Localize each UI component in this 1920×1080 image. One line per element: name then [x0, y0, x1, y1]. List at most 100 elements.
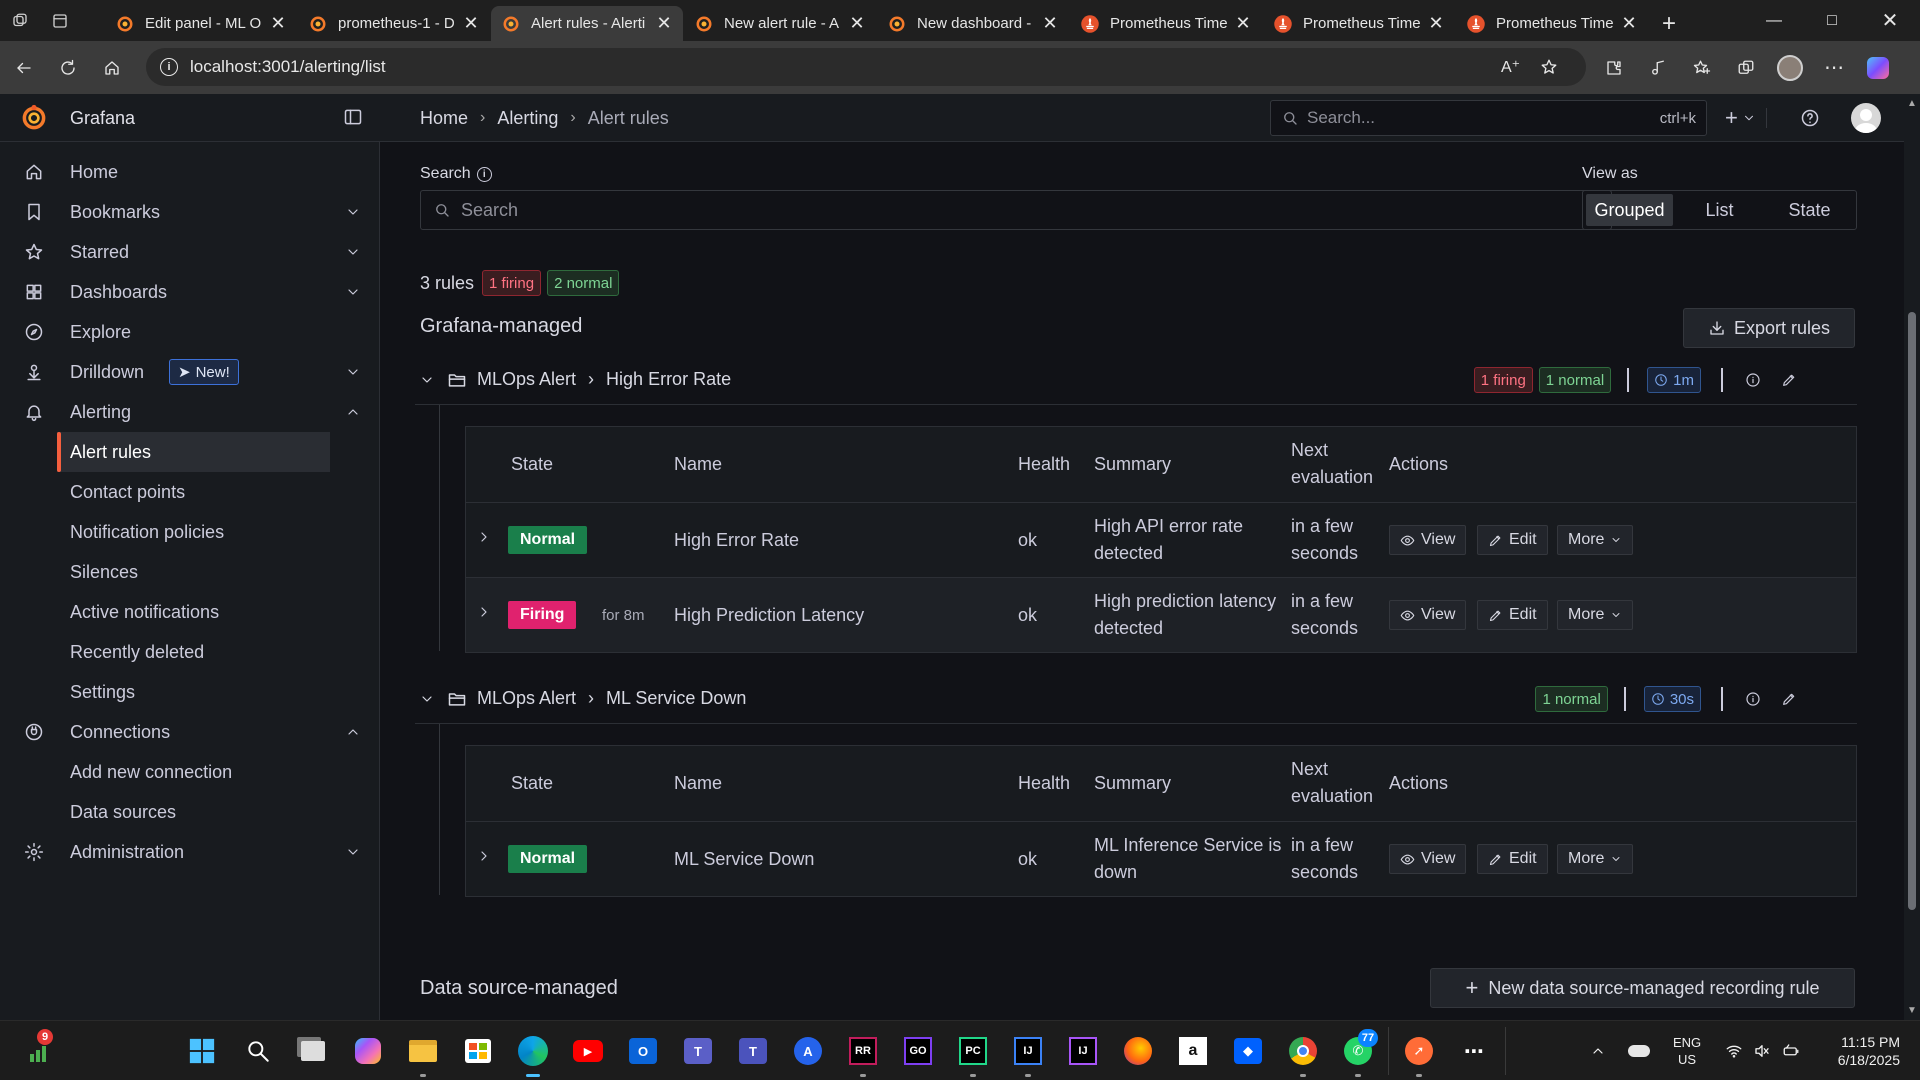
- sidebar-item-connections[interactable]: Connections: [0, 712, 380, 752]
- sidebar-subitem[interactable]: Notification policies: [57, 512, 330, 552]
- amazon-icon[interactable]: a: [1175, 1033, 1211, 1069]
- new-tab-button[interactable]: +: [1649, 6, 1689, 41]
- home-button[interactable]: [92, 48, 132, 88]
- browser-tab[interactable]: Edit panel - ML O ✕: [105, 6, 297, 41]
- close-tab-icon[interactable]: ✕: [1041, 13, 1059, 34]
- copilot-icon[interactable]: [1856, 41, 1900, 94]
- browser-tab[interactable]: Alert rules - Alerti ✕: [491, 6, 683, 41]
- close-window-button[interactable]: ✕: [1861, 0, 1919, 41]
- app-a-icon[interactable]: A: [790, 1033, 826, 1069]
- media-icon[interactable]: [1636, 41, 1680, 94]
- back-button[interactable]: [4, 48, 44, 88]
- view-as-state[interactable]: State: [1766, 194, 1853, 226]
- expand-toggle[interactable]: [345, 404, 361, 420]
- expand-row-button[interactable]: [476, 848, 492, 864]
- profile-avatar[interactable]: [1768, 41, 1812, 94]
- edit-rule-button[interactable]: Edit: [1477, 525, 1548, 555]
- sidebar-subitem[interactable]: Recently deleted: [57, 632, 330, 672]
- breadcrumb-home[interactable]: Home: [420, 108, 468, 129]
- refresh-button[interactable]: [48, 48, 88, 88]
- sidebar-item-administration[interactable]: Administration: [0, 832, 380, 872]
- taskbar-search-icon[interactable]: [240, 1033, 276, 1069]
- scrollbar-thumb[interactable]: [1908, 312, 1916, 910]
- edit-rule-button[interactable]: Edit: [1477, 844, 1548, 874]
- intellij-icon[interactable]: IJ: [1010, 1033, 1046, 1077]
- sidebar-subitem[interactable]: Data sources: [57, 792, 330, 832]
- expand-row-button[interactable]: [476, 604, 492, 620]
- expand-toggle[interactable]: [345, 844, 361, 860]
- youtube-icon[interactable]: ▶: [570, 1033, 606, 1069]
- start-icon[interactable]: [184, 1033, 220, 1069]
- more-actions-button[interactable]: More: [1557, 844, 1634, 874]
- taskbar-overflow-icon[interactable]: ⋯: [1456, 1033, 1492, 1069]
- more-actions-button[interactable]: More: [1557, 600, 1634, 630]
- view-rule-button[interactable]: View: [1389, 600, 1467, 630]
- settings-more-icon[interactable]: ⋯: [1812, 41, 1856, 94]
- browser-tab[interactable]: New dashboard - ✕: [877, 6, 1069, 41]
- close-tab-icon[interactable]: ✕: [462, 13, 480, 34]
- group-edit-button[interactable]: [1781, 372, 1797, 388]
- copilot-app-icon[interactable]: [350, 1033, 386, 1069]
- tab-actions-icon[interactable]: [40, 0, 80, 41]
- teams-classic-icon[interactable]: T: [735, 1033, 771, 1069]
- favorite-star-icon[interactable]: [1540, 58, 1558, 76]
- sidebar-subitem[interactable]: Contact points: [57, 472, 330, 512]
- view-as-grouped[interactable]: Grouped: [1586, 194, 1673, 226]
- show-hidden-icons[interactable]: [1590, 1021, 1606, 1080]
- sidebar-subitem[interactable]: Alert rules: [57, 432, 330, 472]
- browser-tab[interactable]: Prometheus Time ✕: [1456, 6, 1648, 41]
- site-info-icon[interactable]: i: [160, 58, 178, 76]
- goland-icon[interactable]: GO: [900, 1033, 936, 1069]
- edge-browser-icon[interactable]: [515, 1033, 551, 1077]
- store-icon[interactable]: [460, 1033, 496, 1069]
- close-tab-icon[interactable]: ✕: [1620, 13, 1638, 34]
- view-as-list[interactable]: List: [1676, 194, 1763, 226]
- info-icon[interactable]: i: [476, 166, 492, 182]
- view-rule-button[interactable]: View: [1389, 525, 1467, 555]
- scroll-down-icon[interactable]: ▼: [1907, 1005, 1917, 1016]
- grafana-home-link[interactable]: Grafana: [0, 94, 380, 142]
- task-view-icon[interactable]: [295, 1033, 331, 1069]
- group-details-button[interactable]: [1745, 691, 1761, 707]
- expand-row-button[interactable]: [476, 529, 492, 545]
- sidebar-subitem[interactable]: Add new connection: [57, 752, 330, 792]
- close-tab-icon[interactable]: ✕: [848, 13, 866, 34]
- page-scrollbar[interactable]: ▲ ▼: [1904, 94, 1920, 1020]
- breadcrumb-alerting[interactable]: Alerting: [497, 108, 558, 129]
- rule-group-header[interactable]: MLOps Alert › ML Service Down 1 normal 30s: [415, 674, 1857, 724]
- onedrive-icon[interactable]: [1628, 1021, 1650, 1080]
- close-tab-icon[interactable]: ✕: [269, 13, 287, 34]
- file-explorer-icon[interactable]: [405, 1033, 441, 1077]
- sidebar-item-dashboards[interactable]: Dashboards: [0, 272, 380, 312]
- more-actions-button[interactable]: More: [1557, 525, 1634, 555]
- url-field[interactable]: i localhost:3001/alerting/list A⁺: [146, 48, 1586, 86]
- browser-tab[interactable]: New alert rule - A ✕: [684, 6, 876, 41]
- user-avatar[interactable]: [1851, 103, 1881, 133]
- help-icon[interactable]: [1800, 94, 1820, 142]
- edit-rule-button[interactable]: Edit: [1477, 600, 1548, 630]
- postman-icon[interactable]: ➚: [1401, 1033, 1437, 1077]
- chrome-icon[interactable]: [1285, 1033, 1321, 1077]
- language-indicator[interactable]: ENG US: [1673, 1021, 1701, 1080]
- browser-tab[interactable]: Prometheus Time ✕: [1070, 6, 1262, 41]
- group-edit-button[interactable]: [1781, 691, 1797, 707]
- workspaces-icon[interactable]: [0, 0, 40, 41]
- expand-toggle[interactable]: [345, 244, 361, 260]
- close-tab-icon[interactable]: ✕: [655, 13, 673, 34]
- expand-toggle[interactable]: [345, 204, 361, 220]
- clock[interactable]: 11:15 PM 6/18/2025: [1820, 1021, 1900, 1080]
- sidebar-item-alerting[interactable]: Alerting: [0, 392, 380, 432]
- whatsapp-icon[interactable]: ✆ 77: [1340, 1029, 1378, 1077]
- expand-toggle[interactable]: [345, 364, 361, 380]
- sidebar-item-bookmarks[interactable]: Bookmarks: [0, 192, 380, 232]
- widgets-icon[interactable]: 9: [23, 1029, 59, 1069]
- add-new-button[interactable]: +: [1725, 94, 1756, 142]
- view-rule-button[interactable]: View: [1389, 844, 1467, 874]
- sidebar-item-home[interactable]: Home: [0, 152, 380, 192]
- intellij-community-icon[interactable]: IJ: [1065, 1033, 1101, 1069]
- expand-toggle[interactable]: [345, 724, 361, 740]
- sidebar-subitem[interactable]: Silences: [57, 552, 330, 592]
- extensions-icon[interactable]: [1592, 41, 1636, 94]
- minimize-button[interactable]: —: [1745, 0, 1803, 41]
- read-aloud-icon[interactable]: A⁺: [1501, 57, 1520, 77]
